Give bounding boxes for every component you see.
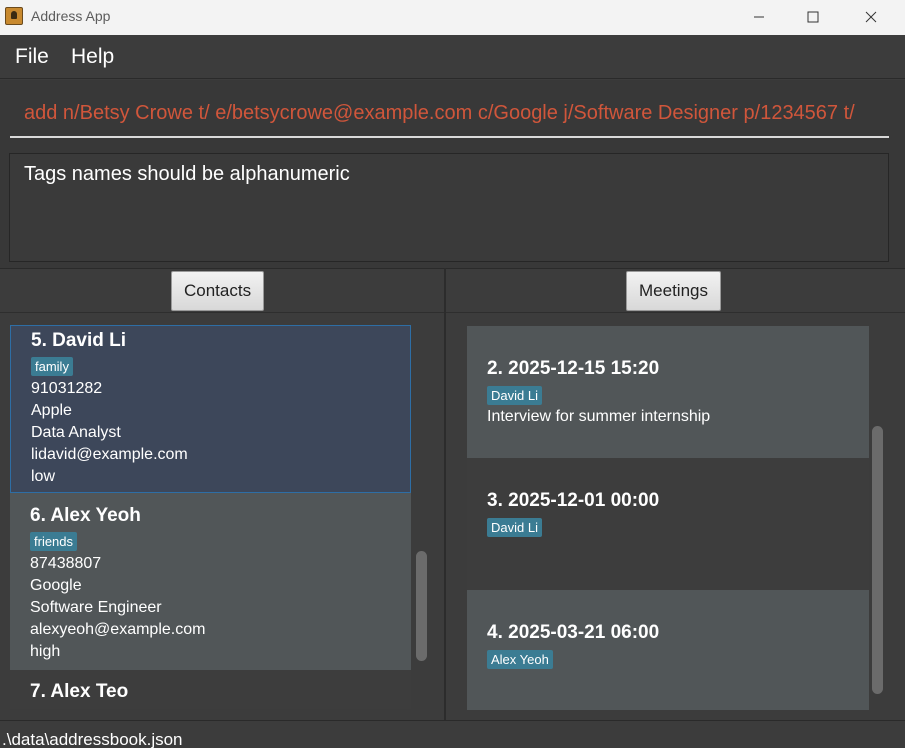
menu-help[interactable]: Help	[71, 45, 114, 69]
result-display-area: Tags names should be alphanumeric	[0, 146, 905, 268]
menu-bar: File Help	[0, 35, 905, 79]
contact-phone: 91031282	[31, 380, 103, 397]
contact-company: Google	[30, 577, 82, 594]
meeting-title: 2. 2025-12-15 15:20	[487, 358, 660, 379]
meetings-scroll-thumb[interactable]	[872, 426, 883, 694]
menu-file[interactable]: File	[15, 45, 49, 69]
meeting-contact-tag: David Li	[487, 518, 542, 537]
status-bar: .\data\addressbook.json	[0, 720, 905, 748]
close-button[interactable]	[842, 0, 900, 34]
meetings-header-divider	[446, 312, 905, 313]
contact-name: 6. Alex Yeoh	[30, 505, 141, 526]
meeting-card-2[interactable]: 2. 2025-12-15 15:20 David Li Interview f…	[467, 326, 869, 458]
contact-tag: friends	[30, 532, 78, 551]
contact-job: Data Analyst	[31, 424, 121, 441]
contact-card-6[interactable]: 6. Alex Yeoh friends 87438807 Google Sof…	[10, 493, 411, 670]
minimize-button[interactable]	[730, 0, 788, 34]
save-location-path: .\data\addressbook.json	[2, 730, 183, 748]
contacts-header-divider	[0, 312, 444, 313]
meeting-description: Interview for summer internship	[487, 408, 711, 425]
maximize-button[interactable]	[784, 0, 842, 34]
meetings-list[interactable]: 2. 2025-12-15 15:20 David Li Interview f…	[467, 326, 869, 710]
meetings-header-button[interactable]: Meetings	[626, 271, 721, 311]
contacts-scroll-thumb[interactable]	[416, 551, 427, 661]
meeting-card-3[interactable]: 3. 2025-12-01 00:00 David Li	[467, 458, 869, 590]
command-box: add n/Betsy Crowe t/ e/betsycrowe@exampl…	[0, 80, 905, 146]
contact-email: lidavid@example.com	[31, 446, 188, 463]
contacts-scrollbar[interactable]	[412, 325, 432, 709]
contact-priority: high	[30, 643, 61, 660]
contacts-header-button[interactable]: Contacts	[171, 271, 265, 311]
close-icon	[865, 11, 877, 23]
contact-job: Software Engineer	[30, 599, 162, 616]
contact-tag: family	[31, 357, 73, 376]
contact-priority: low	[31, 468, 56, 485]
contact-card-7[interactable]: 7. Alex Teo	[10, 670, 411, 709]
window-title: Address App	[31, 8, 111, 24]
contacts-panel: Contacts 5. David Li family 91031282 App…	[0, 268, 444, 720]
contact-card-5[interactable]: 5. David Li family 91031282 Apple Data A…	[10, 325, 411, 493]
contact-phone: 87438807	[30, 555, 102, 572]
address-book-icon	[5, 7, 23, 25]
maximize-icon	[807, 11, 819, 23]
meeting-title: 3. 2025-12-01 00:00	[487, 490, 660, 511]
meeting-contact-tag: Alex Yeoh	[487, 650, 553, 669]
command-input[interactable]: add n/Betsy Crowe t/ e/betsycrowe@exampl…	[10, 88, 889, 138]
meetings-panel: Meetings 2. 2025-12-15 15:20 David Li In…	[446, 268, 905, 720]
window-title-bar: Address App	[0, 0, 905, 35]
meeting-title: 4. 2025-03-21 06:00	[487, 622, 660, 643]
meeting-contact-tag: David Li	[487, 386, 542, 405]
contact-name: 5. David Li	[31, 330, 127, 351]
contact-name: 7. Alex Teo	[30, 681, 129, 702]
contact-company: Apple	[31, 402, 72, 419]
minimize-icon	[754, 16, 764, 18]
contact-email: alexyeoh@example.com	[30, 621, 206, 638]
meeting-card-4[interactable]: 4. 2025-03-21 06:00 Alex Yeoh	[467, 590, 869, 710]
contacts-list[interactable]: 5. David Li family 91031282 Apple Data A…	[10, 325, 411, 709]
result-display: Tags names should be alphanumeric	[9, 153, 889, 262]
